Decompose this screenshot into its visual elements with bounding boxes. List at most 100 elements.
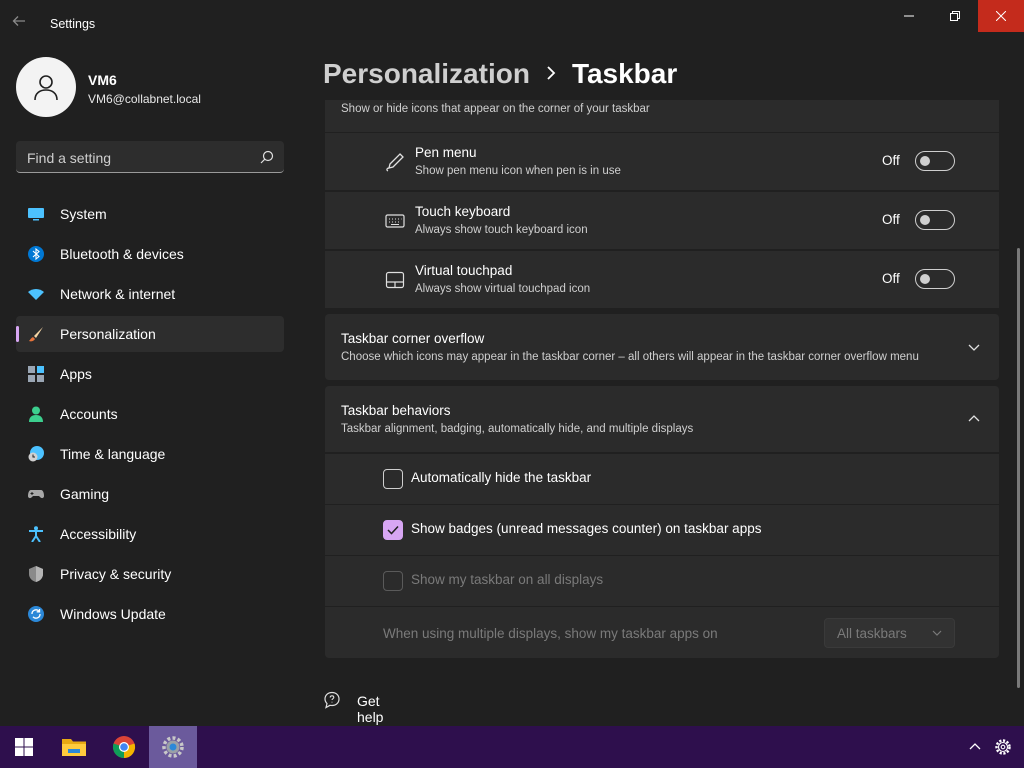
- expander-subtitle: Choose which icons may appear in the tas…: [341, 351, 919, 363]
- search-placeholder: Find a setting: [27, 150, 112, 166]
- windows-logo-icon: [15, 738, 33, 756]
- apps-icon: [28, 366, 44, 382]
- chevron-down-icon: [932, 630, 942, 636]
- accessibility-icon: [29, 526, 43, 542]
- multi-display-dropdown[interactable]: All taskbars: [824, 618, 955, 648]
- chevron-down-icon: [968, 344, 980, 351]
- checkmark-icon: [387, 525, 399, 535]
- back-button[interactable]: [12, 14, 34, 34]
- touchpad-icon: [385, 271, 405, 289]
- brush-icon: [29, 327, 43, 342]
- sidebar-item-label: Personalization: [60, 326, 156, 342]
- touch-keyboard-toggle[interactable]: [915, 210, 955, 230]
- expander-subtitle: Taskbar alignment, badging, automaticall…: [341, 423, 694, 435]
- badges-checkbox[interactable]: [383, 520, 403, 540]
- all-displays-label: Show my taskbar on all displays: [411, 572, 604, 587]
- expander-title: Taskbar corner overflow: [341, 331, 485, 346]
- sidebar-item-accessibility[interactable]: Accessibility: [16, 516, 284, 552]
- auto-hide-row: Automatically hide the taskbar: [325, 454, 999, 504]
- keyboard-icon: [385, 214, 405, 228]
- toggle-state-label: Off: [882, 271, 900, 286]
- sidebar-item-system[interactable]: System: [16, 196, 284, 232]
- dropdown-value: All taskbars: [837, 626, 907, 641]
- tray-settings-button[interactable]: [990, 726, 1016, 768]
- sidebar-item-label: Windows Update: [60, 606, 166, 622]
- chevron-up-icon: [968, 415, 980, 422]
- row-title: Pen menu: [415, 145, 477, 160]
- multi-display-row: When using multiple displays, show my ta…: [325, 607, 999, 658]
- settings-gear-icon: [162, 736, 184, 758]
- page-title: Taskbar: [571, 58, 678, 89]
- gamepad-icon: [28, 490, 44, 499]
- sidebar-item-time-language[interactable]: Time & language: [16, 436, 284, 472]
- start-button[interactable]: [0, 726, 48, 768]
- sidebar-item-label: Accounts: [60, 406, 118, 422]
- sidebar-item-label: Network & internet: [60, 286, 176, 302]
- user-email: VM6@collabnet.local: [88, 92, 201, 106]
- minimize-button[interactable]: [886, 0, 932, 32]
- title-bar: Settings: [0, 0, 1024, 48]
- taskbar-corner-overflow-expander[interactable]: Taskbar corner overflow Choose which ico…: [325, 314, 999, 380]
- file-explorer-button[interactable]: [50, 726, 98, 768]
- auto-hide-checkbox[interactable]: [383, 469, 403, 489]
- user-profile[interactable]: VM6 VM6@collabnet.local: [16, 57, 286, 117]
- pen-menu-row: Pen menu Show pen menu icon when pen is …: [325, 133, 999, 190]
- help-chat-icon: [324, 691, 340, 709]
- multi-display-label: When using multiple displays, show my ta…: [383, 626, 718, 641]
- folder-icon: [62, 739, 86, 756]
- sidebar-item-label: Bluetooth & devices: [60, 246, 184, 262]
- user-name: VM6: [88, 72, 117, 88]
- sidebar-item-label: System: [60, 206, 107, 222]
- sidebar-nav: System Bluetooth & devices Network & int…: [16, 196, 284, 636]
- badges-label: Show badges (unread messages counter) on…: [411, 521, 762, 536]
- row-title: Touch keyboard: [415, 204, 511, 219]
- all-displays-row: Show my taskbar on all displays: [325, 556, 999, 606]
- sidebar-item-privacy[interactable]: Privacy & security: [16, 556, 284, 592]
- section-description: Show or hide icons that appear on the co…: [341, 103, 650, 115]
- search-input[interactable]: Find a setting: [16, 141, 284, 173]
- pen-menu-toggle[interactable]: [915, 151, 955, 171]
- all-displays-checkbox[interactable]: [383, 571, 403, 591]
- sidebar-item-label: Gaming: [60, 486, 110, 502]
- sidebar-item-gaming[interactable]: Gaming: [16, 476, 284, 512]
- update-icon: [28, 606, 44, 622]
- show-hidden-icons-button[interactable]: [962, 726, 988, 768]
- bluetooth-icon: [28, 246, 44, 262]
- chrome-icon: [112, 736, 136, 759]
- touch-keyboard-row: Touch keyboard Always show touch keyboar…: [325, 192, 999, 249]
- windows-taskbar: [0, 726, 1024, 768]
- sidebar-item-label: Accessibility: [60, 526, 137, 542]
- taskbar-corner-icons-header: Show or hide icons that appear on the co…: [325, 100, 999, 132]
- close-icon: [996, 11, 1006, 21]
- settings-app-button[interactable]: [149, 726, 197, 768]
- window-title: Settings: [50, 17, 96, 31]
- virtual-touchpad-toggle[interactable]: [915, 269, 955, 289]
- clock-globe-icon: [28, 446, 44, 462]
- chrome-button[interactable]: [100, 726, 148, 768]
- sidebar-item-personalization[interactable]: Personalization: [16, 316, 284, 352]
- sidebar-item-windows-update[interactable]: Windows Update: [16, 596, 284, 632]
- sidebar-item-network[interactable]: Network & internet: [16, 276, 284, 312]
- chevron-up-icon: [969, 743, 981, 750]
- sidebar-item-label: Apps: [60, 366, 92, 382]
- restore-button[interactable]: [932, 0, 978, 32]
- close-button[interactable]: [978, 0, 1024, 32]
- shield-icon: [29, 566, 43, 582]
- expander-title: Taskbar behaviors: [341, 403, 451, 418]
- toggle-state-label: Off: [882, 153, 900, 168]
- scrollbar[interactable]: [1017, 248, 1020, 688]
- sidebar-item-apps[interactable]: Apps: [16, 356, 284, 392]
- person-icon: [29, 406, 43, 422]
- pen-icon: [386, 153, 404, 172]
- breadcrumb: Personalization Taskbar: [323, 58, 677, 90]
- sidebar-item-accounts[interactable]: Accounts: [16, 396, 284, 432]
- breadcrumb-parent[interactable]: Personalization: [323, 58, 530, 90]
- gear-icon: [995, 739, 1011, 755]
- search-icon: [260, 150, 274, 164]
- back-arrow-icon: [12, 16, 25, 26]
- sidebar-item-bluetooth[interactable]: Bluetooth & devices: [16, 236, 284, 272]
- row-title: Virtual touchpad: [415, 263, 513, 278]
- get-help-label: Get help: [357, 693, 384, 725]
- taskbar-behaviors-expander[interactable]: Taskbar behaviors Taskbar alignment, bad…: [325, 386, 999, 452]
- badges-row: Show badges (unread messages counter) on…: [325, 505, 999, 555]
